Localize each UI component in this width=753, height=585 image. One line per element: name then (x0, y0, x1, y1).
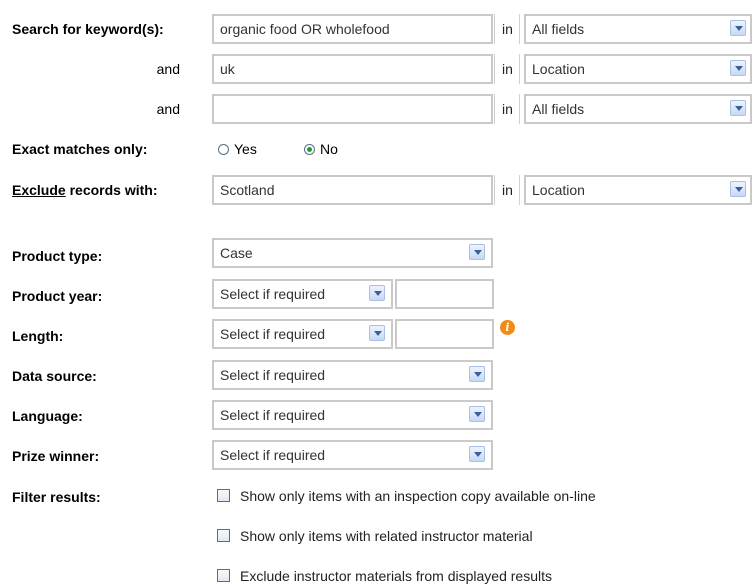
filter-exclude-instructor-label: Exclude instructor materials from displa… (240, 568, 553, 584)
filter-inspection-label: Show only items with an inspection copy … (240, 488, 596, 504)
keyword-input-1[interactable]: organic food OR wholefood (212, 14, 493, 44)
product-type-label: Product type: (12, 248, 103, 264)
in-label: in (502, 21, 513, 37)
product-type-select[interactable]: Case (212, 238, 493, 268)
data-source-label: Data source: (12, 368, 97, 384)
divider (519, 54, 520, 84)
product-type-value: Case (220, 245, 253, 261)
length-input[interactable] (395, 319, 494, 349)
exclude-label: Exclude records with: (12, 181, 158, 199)
data-source-select[interactable]: Select if required (212, 360, 493, 390)
in-label: in (502, 182, 513, 198)
in-label: in (502, 101, 513, 117)
divider (494, 94, 495, 124)
length-label: Length: (12, 328, 64, 344)
filter-results-label: Filter results: (12, 489, 101, 505)
exact-no-radio[interactable] (304, 144, 315, 155)
chevron-down-icon[interactable] (469, 406, 485, 422)
product-year-value: Select if required (220, 286, 326, 302)
chevron-down-icon[interactable] (469, 244, 485, 260)
field-select-2[interactable]: Location (524, 54, 752, 84)
prize-winner-select[interactable]: Select if required (212, 440, 493, 470)
connector-label: and (156, 101, 180, 117)
divider (519, 14, 520, 44)
divider (494, 54, 495, 84)
divider (494, 14, 495, 44)
exact-yes-radio[interactable] (218, 144, 229, 155)
exact-matches-label: Exact matches only: (12, 141, 148, 157)
product-year-input[interactable] (395, 279, 494, 309)
length-select[interactable]: Select if required (212, 319, 393, 349)
field-select-value: All fields (532, 21, 585, 37)
language-value: Select if required (220, 407, 326, 423)
exact-yes-label: Yes (234, 141, 257, 157)
exclude-label-suffix: records with: (65, 182, 158, 198)
connector-label: and (156, 61, 180, 77)
exclude-field-select[interactable]: Location (524, 175, 752, 205)
in-label: in (502, 61, 513, 77)
field-select-1[interactable]: All fields (524, 14, 752, 44)
exclude-label-prefix[interactable]: Exclude (12, 182, 66, 198)
data-source-value: Select if required (220, 367, 326, 383)
chevron-down-icon[interactable] (730, 20, 746, 36)
chevron-down-icon[interactable] (369, 325, 385, 341)
filter-inspection-checkbox[interactable] (217, 489, 230, 502)
keyword-input-2[interactable]: uk (212, 54, 493, 84)
prize-winner-label: Prize winner: (12, 448, 100, 464)
language-select[interactable]: Select if required (212, 400, 493, 430)
product-year-label: Product year: (12, 288, 103, 304)
chevron-down-icon[interactable] (730, 181, 746, 197)
filter-instructor-label: Show only items with related instructor … (240, 528, 533, 544)
keyword-input-3[interactable] (212, 94, 493, 124)
product-year-select[interactable]: Select if required (212, 279, 393, 309)
divider (519, 94, 520, 124)
field-select-value: Location (532, 61, 585, 77)
prize-winner-value: Select if required (220, 447, 326, 463)
language-label: Language: (12, 408, 83, 424)
exclude-input[interactable]: Scotland (212, 175, 493, 205)
filter-instructor-checkbox[interactable] (217, 529, 230, 542)
chevron-down-icon[interactable] (730, 100, 746, 116)
exact-no-label: No (320, 141, 338, 157)
field-select-value: All fields (532, 101, 585, 117)
chevron-down-icon[interactable] (369, 285, 385, 301)
field-select-value: Location (532, 182, 585, 198)
filter-exclude-instructor-checkbox[interactable] (217, 569, 230, 582)
search-label: Search for keyword(s): (12, 21, 164, 37)
chevron-down-icon[interactable] (730, 60, 746, 76)
divider (519, 175, 520, 205)
chevron-down-icon[interactable] (469, 446, 485, 462)
field-select-3[interactable]: All fields (524, 94, 752, 124)
chevron-down-icon[interactable] (469, 366, 485, 382)
divider (494, 175, 495, 205)
info-icon[interactable]: i (500, 320, 515, 335)
length-value: Select if required (220, 326, 326, 342)
